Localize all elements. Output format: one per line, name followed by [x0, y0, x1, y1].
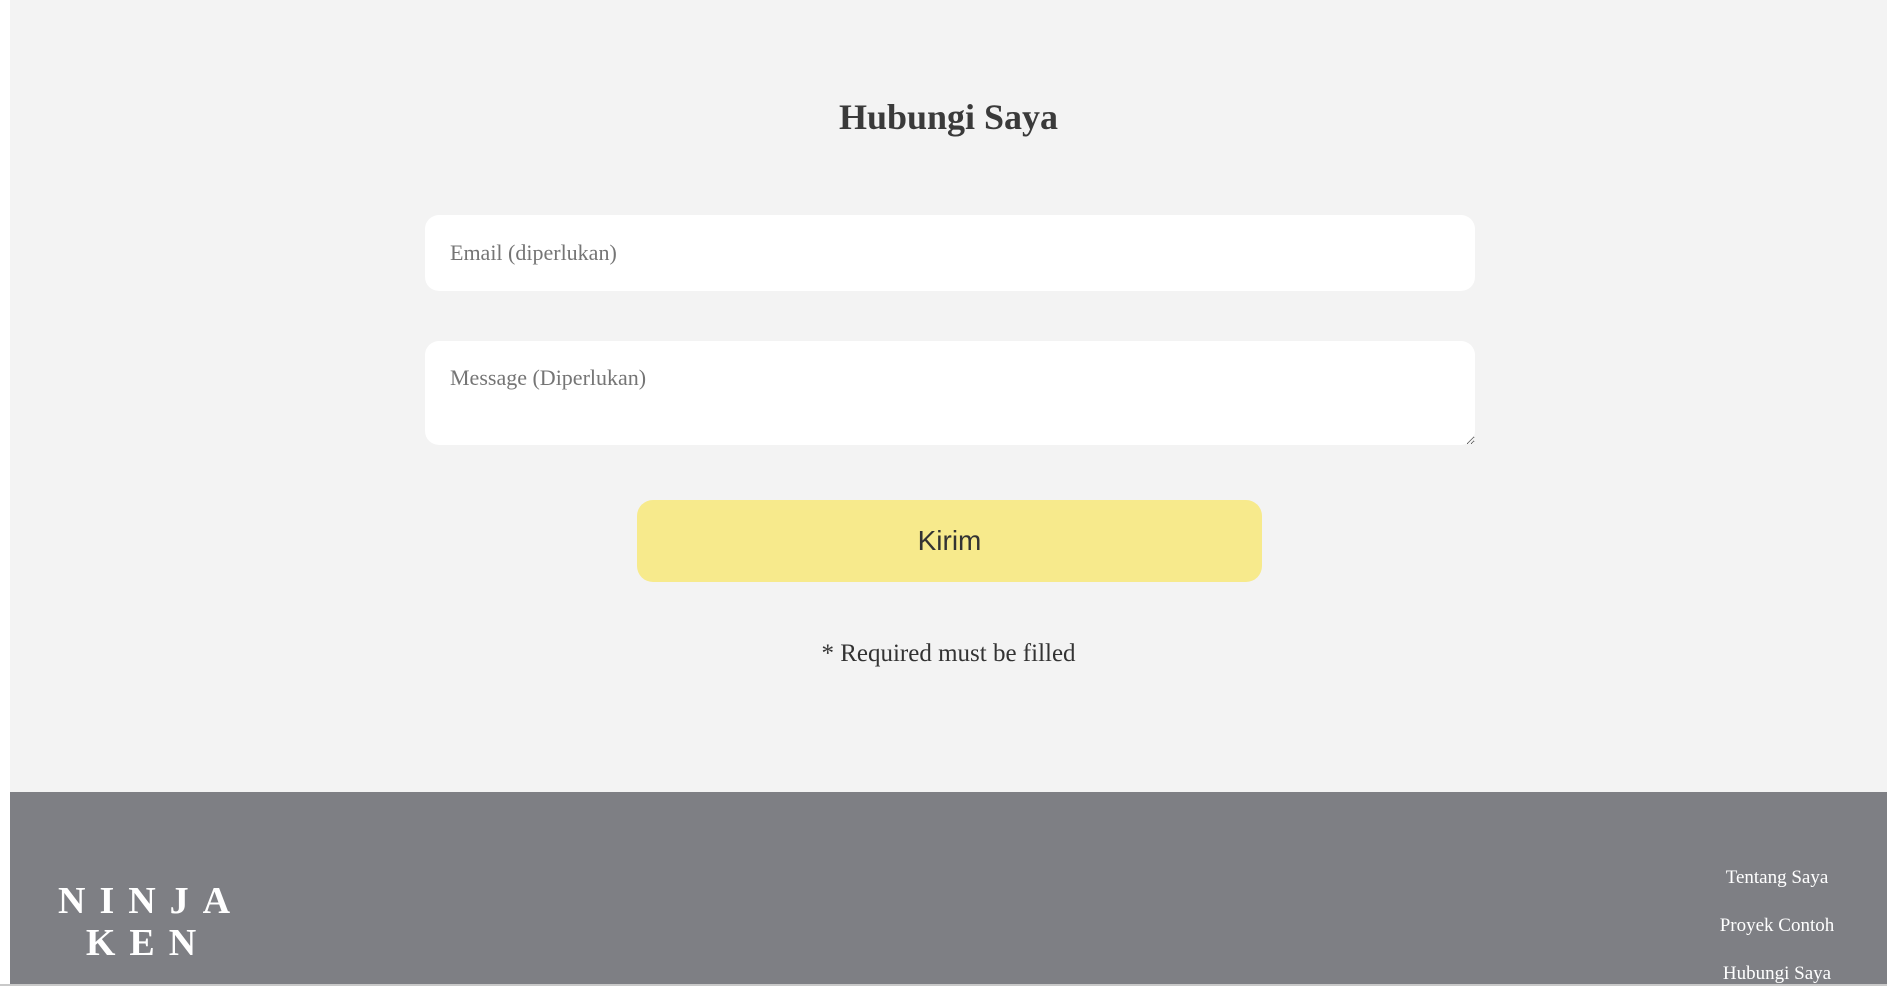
- footer: NINJA KEN Tentang Saya Proyek Contoh Hub…: [10, 792, 1887, 986]
- footer-link-proyek-contoh[interactable]: Proyek Contoh: [1707, 908, 1847, 956]
- required-note: * Required must be filled: [821, 640, 1076, 667]
- submit-button[interactable]: Kirim: [637, 500, 1262, 582]
- page: Hubungi Saya Kirim * Required must be fi…: [0, 0, 1887, 986]
- message-field[interactable]: [425, 341, 1475, 445]
- footer-link-hubungi-saya[interactable]: Hubungi Saya: [1707, 956, 1847, 986]
- footer-logo: NINJA KEN: [58, 880, 238, 964]
- logo-line-1: NINJA: [58, 880, 245, 922]
- footer-nav: Tentang Saya Proyek Contoh Hubungi Saya: [1707, 860, 1847, 986]
- contact-section: Hubungi Saya Kirim * Required must be fi…: [10, 0, 1887, 792]
- left-margin-strip: [0, 0, 10, 986]
- contact-title: Hubungi Saya: [838, 97, 1059, 137]
- logo-line-2: KEN: [85, 922, 211, 964]
- email-field[interactable]: [425, 215, 1475, 291]
- footer-link-tentang-saya[interactable]: Tentang Saya: [1707, 860, 1847, 908]
